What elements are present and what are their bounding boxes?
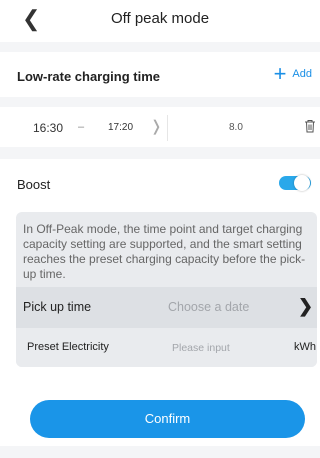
preset-electricity-row: Preset Electricity kWh [16, 328, 317, 367]
start-time[interactable]: 16:30 [33, 121, 63, 135]
charge-value[interactable]: 8.0 [229, 122, 243, 133]
pick-up-time-row[interactable]: Pick up time Choose a date ❯ [16, 287, 317, 328]
pick-up-time-label: Pick up time [23, 300, 92, 314]
boost-label: Boost [17, 177, 51, 192]
section-divider [0, 97, 320, 107]
low-rate-title: Low-rate charging time [17, 69, 161, 84]
trash-icon[interactable] [304, 119, 316, 133]
preset-electricity-input[interactable] [172, 338, 272, 358]
section-divider [0, 42, 320, 52]
add-label: Add [292, 68, 312, 80]
chevron-right-icon[interactable]: ❯ [298, 296, 313, 317]
plus-icon: + [273, 61, 287, 86]
boost-row: Boost [0, 159, 320, 204]
low-rate-section-header: Low-rate charging time + Add [0, 52, 320, 97]
time-separator: – [78, 121, 85, 133]
unit-label: kWh [294, 341, 316, 353]
off-peak-description: In Off-Peak mode, the time point and tar… [23, 222, 306, 281]
boost-toggle[interactable] [279, 175, 311, 191]
page-title: Off peak mode [110, 10, 210, 27]
header-bar: ❮ Off peak mode [0, 0, 320, 42]
preset-electricity-label: Preset Electricity [27, 341, 109, 353]
confirm-button[interactable]: Confirm [30, 400, 305, 438]
end-time[interactable]: 17:20 [108, 122, 133, 133]
pick-up-date-placeholder[interactable]: Choose a date [168, 300, 249, 314]
bottom-band [0, 446, 320, 458]
toggle-knob [294, 175, 310, 191]
row-divider [167, 115, 168, 141]
info-card: In Off-Peak mode, the time point and tar… [16, 212, 317, 367]
charging-time-row[interactable]: 16:30 – 17:20 ❭ 8.0 [0, 107, 320, 147]
section-divider [0, 147, 320, 159]
add-time-button[interactable]: + Add [273, 61, 312, 86]
chevron-right-icon[interactable]: ❭ [150, 117, 163, 135]
